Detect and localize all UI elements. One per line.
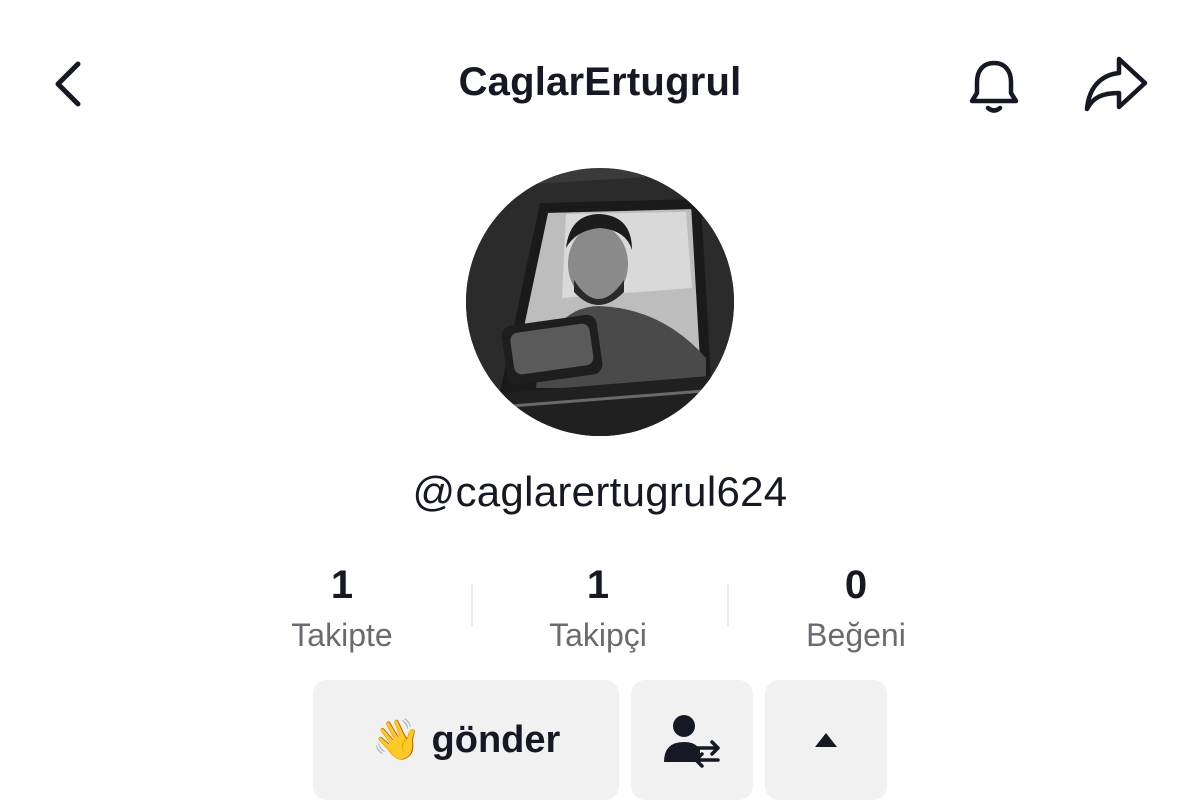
profile-screen: CaglarErtugrul @caglarertugrul624 1 Taki… bbox=[0, 0, 1200, 812]
divider bbox=[727, 584, 729, 626]
suggest-friend-button[interactable] bbox=[631, 680, 753, 800]
waving-hand-icon: 👋 bbox=[371, 718, 422, 762]
stat-likes[interactable]: 0 Beğeni bbox=[736, 562, 976, 654]
bell-icon bbox=[969, 60, 1019, 113]
stat-followers[interactable]: 1 Takipçi bbox=[478, 562, 718, 654]
stat-label: Beğeni bbox=[806, 617, 906, 653]
username: @caglarertugrul624 bbox=[412, 468, 788, 515]
wave-button-label: gönder bbox=[431, 718, 561, 761]
stat-value: 1 bbox=[586, 563, 610, 607]
share-arrow-icon bbox=[1084, 56, 1148, 112]
divider bbox=[471, 584, 473, 626]
stat-label: Takipçi bbox=[549, 617, 647, 653]
stat-following[interactable]: 1 Takipte bbox=[222, 562, 462, 654]
avatar[interactable] bbox=[466, 168, 734, 436]
caret-up-icon bbox=[815, 733, 837, 747]
notification-button[interactable] bbox=[958, 52, 1030, 122]
share-button[interactable] bbox=[1078, 52, 1154, 116]
stat-value: 0 bbox=[844, 563, 868, 607]
user-swap-icon bbox=[664, 715, 720, 768]
wave-send-button[interactable]: 👋 gönder bbox=[313, 680, 619, 800]
stat-value: 1 bbox=[330, 563, 354, 607]
more-options-button[interactable] bbox=[765, 680, 887, 800]
stat-label: Takipte bbox=[291, 617, 393, 653]
avatar-photo bbox=[466, 168, 734, 436]
